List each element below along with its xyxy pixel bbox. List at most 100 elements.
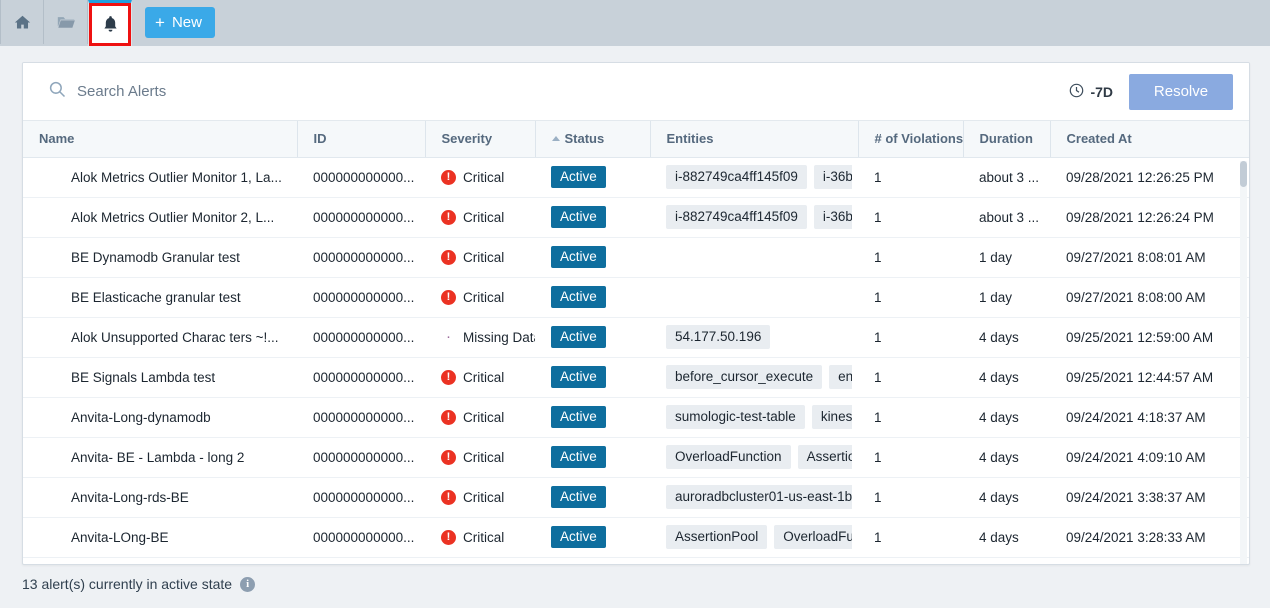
table-row[interactable]: Alok Unsupported Charac ters ~!... 000000… (23, 317, 1249, 358)
missing-data-icon: · (446, 328, 451, 345)
table-header: Name ID Severity Status Entities # of Vi… (23, 121, 1249, 158)
entity-chip[interactable]: sumologic-test-table (666, 405, 805, 429)
status-badge: Active (551, 206, 606, 228)
entity-chip[interactable]: i-882749ca4ff145f09 (666, 165, 807, 189)
cell-name[interactable]: BE Elasticache granular test (23, 277, 297, 318)
severity-label: Critical (463, 489, 505, 505)
table-row[interactable]: BE Signals Lambda test 000000000000...! Cr… (23, 357, 1249, 398)
column-header-name[interactable]: Name (23, 121, 298, 158)
column-header-duration[interactable]: Duration (963, 121, 1051, 158)
cell-duration: 1 day (963, 237, 1050, 278)
scrollbar-thumb[interactable] (1240, 161, 1247, 187)
new-button[interactable]: + New (145, 7, 215, 38)
home-icon (14, 14, 31, 31)
column-header-entities[interactable]: Entities (650, 121, 859, 158)
cell-duration: 1 day (963, 277, 1050, 318)
status-badge: Active (551, 166, 606, 188)
table-row[interactable]: Anvita- BE - Lambda - long 2 000000000000… (23, 437, 1249, 478)
entity-chip[interactable]: auroradbcluster01-us-east-1b (666, 485, 852, 509)
nav-tab-folder[interactable] (44, 0, 88, 44)
column-header-status[interactable]: Status (535, 121, 651, 158)
critical-icon: ! (441, 289, 456, 305)
critical-icon: ! (441, 449, 456, 465)
cell-name[interactable]: Alok Metrics Outlier Monitor 1, La... (23, 157, 297, 198)
time-range-selector[interactable]: -7D (1069, 83, 1113, 101)
entity-chip[interactable]: 54.177.50.196 (666, 325, 771, 349)
cell-id: 000000000000... (297, 517, 425, 558)
cell-violations: 1 (858, 157, 963, 198)
table-row[interactable]: Anvita-Long-dynamodb 000000000000...! Crit… (23, 397, 1249, 438)
cell-id: 000000000000... (297, 157, 425, 198)
status-badge: Active (551, 246, 606, 268)
column-header-id[interactable]: ID (297, 121, 426, 158)
table-row[interactable]: Alok Metrics Outlier Monitor 2, L... 0000… (23, 197, 1249, 238)
table-scrollbar[interactable] (1240, 161, 1247, 564)
cell-status: Active (535, 397, 650, 438)
severity-label: Critical (463, 529, 505, 545)
cell-severity: ! Critical (425, 517, 535, 558)
status-badge: Active (551, 406, 606, 428)
alerts-panel: -7D Resolve Name ID Severity Status Enti… (22, 62, 1250, 565)
cell-duration: 4 days (963, 477, 1050, 518)
cell-name[interactable]: Anvita-Long-dynamodb (23, 397, 297, 438)
nav-tab-home[interactable] (0, 0, 44, 44)
column-header-violations[interactable]: # of Violations (858, 121, 964, 158)
entity-chip[interactable]: i-36bd... (813, 205, 852, 229)
search-input[interactable] (77, 83, 1070, 100)
cell-severity: ! Critical (425, 277, 535, 318)
cell-severity: ! Critical (425, 157, 535, 198)
cell-name[interactable]: BE Dynamodb Granular test (23, 237, 297, 278)
cell-name[interactable]: Anvita- BE - Lambda - long 2 (23, 437, 297, 478)
entity-chip[interactable]: OverloadFunction (666, 445, 791, 469)
alerts-table-container: Name ID Severity Status Entities # of Vi… (23, 121, 1249, 564)
cell-duration: 4 days (963, 437, 1050, 478)
cell-entities (650, 277, 858, 318)
severity-label: Critical (463, 249, 505, 265)
top-navigation-bar: + New (0, 0, 1270, 46)
info-icon[interactable]: i (240, 576, 256, 592)
cell-created-at: 09/24/2021 3:38:37 AM (1050, 477, 1249, 518)
entity-chip[interactable]: AssertionPool (666, 525, 768, 549)
entity-chip[interactable]: OverloadFunct... (774, 525, 852, 549)
entity-chip[interactable]: i-882749ca4ff145f09 (666, 205, 807, 229)
resolve-button[interactable]: Resolve (1129, 73, 1233, 110)
column-header-created-at[interactable]: Created At (1050, 121, 1249, 158)
cell-violations: 1 (858, 477, 963, 518)
cell-severity: ! Critical (425, 477, 535, 518)
entity-chip[interactable]: AssertionP... (797, 445, 852, 469)
status-badge: Active (551, 446, 606, 468)
critical-icon: ! (441, 409, 456, 425)
column-label: ID (313, 131, 327, 147)
alerts-table: Name ID Severity Status Entities # of Vi… (23, 121, 1249, 558)
cell-severity: ! Critical (425, 357, 535, 398)
nav-tab-alerts[interactable] (88, 0, 132, 46)
entity-chip[interactable]: i-36bd... (813, 165, 852, 189)
status-badge: Active (551, 366, 606, 388)
cell-violations: 1 (858, 317, 963, 358)
severity-label: Critical (463, 209, 505, 225)
cell-id: 000000000000... (297, 437, 425, 478)
cell-status: Active (535, 157, 650, 198)
table-row[interactable]: Anvita-LOng-BE 000000000000...! Critical Ac… (23, 517, 1249, 558)
table-row[interactable]: BE Dynamodb Granular test 000000000000...… (23, 237, 1249, 278)
entity-chip[interactable]: kinesist... (811, 405, 852, 429)
cell-name[interactable]: Anvita-Long-rds-BE (23, 477, 297, 518)
cell-violations: 1 (858, 357, 963, 398)
column-header-severity[interactable]: Severity (425, 121, 536, 158)
entity-chip[interactable]: engin... (829, 365, 852, 389)
cell-name[interactable]: Anvita-LOng-BE (23, 517, 297, 558)
cell-id: 000000000000... (297, 277, 425, 318)
cell-created-at: 09/28/2021 12:26:24 PM (1050, 197, 1249, 238)
new-button-label: New (171, 14, 202, 31)
cell-name[interactable]: Alok Unsupported Charac ters ~!... (23, 317, 297, 358)
cell-severity: ! Critical (425, 197, 535, 238)
table-row[interactable]: BE Elasticache granular test 000000000000… (23, 277, 1249, 318)
entity-chip[interactable]: before_cursor_execute (666, 365, 823, 389)
table-row[interactable]: Alok Metrics Outlier Monitor 1, La... 000… (23, 157, 1249, 198)
cell-name[interactable]: Alok Metrics Outlier Monitor 2, L... (23, 197, 297, 238)
cell-name[interactable]: BE Signals Lambda test (23, 357, 297, 398)
sort-ascending-icon (551, 136, 560, 142)
folder-icon (57, 14, 75, 30)
cell-id: 000000000000... (297, 317, 425, 358)
table-row[interactable]: Anvita-Long-rds-BE 000000000000...! Critic… (23, 477, 1249, 518)
